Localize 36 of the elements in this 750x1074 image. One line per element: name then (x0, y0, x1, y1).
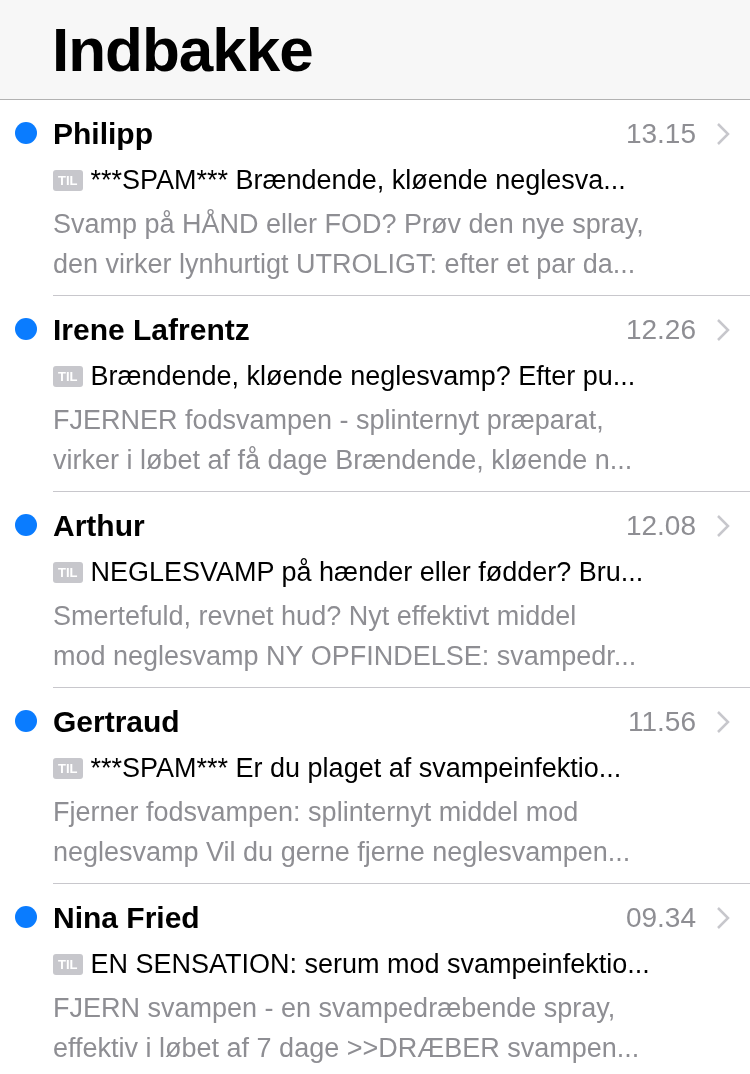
sender-name: Nina Fried (53, 903, 200, 933)
sender-name: Irene Lafrentz (53, 315, 250, 345)
subject-text: ***SPAM*** Brændende, kløende neglesva... (90, 166, 626, 194)
subject-text: EN SENSATION: serum mod svampeinfektio... (90, 950, 650, 978)
time-label: 09.34 (625, 904, 696, 932)
chevron-icon (716, 906, 730, 930)
subject-text: Brændende, kløende neglesvamp? Efter pu... (90, 362, 636, 390)
message-row[interactable]: Irene Lafrentz 12.26 TIL Brændende, kløende neglesvamp? Efter pu... FJERNER fodsvampen - splinternyt præparat, virker i løbet af få dage Brændende, kløende n... (0, 296, 750, 492)
preview-text: Smertefuld, revnet hud? Nyt effektivt middel mod neglesvamp NY OPFINDELSE: svampedr... (53, 600, 638, 673)
sender-name: Arthur (53, 511, 145, 541)
preview-text: FJERNER fodsvampen - splinternyt præparat, virker i løbet af få dage Brændende, kløende n... (53, 404, 634, 477)
preview-text: Fjerner fodsvampen: splinternyt middel mod neglesvamp Vil du gerne fjerne neglesvampen... (53, 796, 632, 869)
preview-text: FJERN svampen - en svampedræbende spray, effektiv i løbet af 7 dage >>DRÆBER svampen... (53, 992, 641, 1065)
tag-label: TIL (53, 561, 83, 583)
time-label: 12.26 (625, 316, 696, 344)
tag-label: TIL (53, 169, 83, 191)
time-label: 11.56 (628, 708, 696, 736)
sender-name: Gertraud (53, 707, 180, 737)
tag-label: TIL (53, 757, 83, 779)
time-label: 12.08 (625, 512, 696, 540)
chevron-icon (716, 122, 730, 146)
chevron-icon (716, 514, 730, 538)
message-row[interactable]: Gertraud 11.56 TIL ***SPAM*** Er du plaget af svampeinfektio... Fjerner fodsvampen: splinternyt middel mod neglesvamp Vil du gerne fjerne neglesvampen... (0, 688, 750, 884)
chevron-icon (716, 710, 730, 734)
message-row[interactable]: Nina Fried 09.34 TIL EN SENSATION: serum mod svampeinfektio... FJERN svampen - en svampedræbende spray, effektiv i løbet af 7 dage >>DRÆBER svampen... (0, 884, 750, 1074)
sender-name: Philipp (53, 119, 153, 149)
preview-text: Svamp på HÅND eller FOD? Prøv den nye spray, den virker lynhurtigt UTROLIGT: efter et par da... (53, 208, 645, 281)
subject-text: ***SPAM*** Er du plaget af svampeinfektio... (90, 754, 622, 782)
message-row[interactable]: Philipp 13.15 TIL ***SPAM*** Brændende, kløende neglesva... Svamp på HÅND eller FOD? Prøv den nye spray, den virker lynhurtigt UTROLIGT: efter et par da... (0, 100, 750, 296)
tag-label: TIL (53, 953, 83, 975)
subject-text: NEGLESVAMP på hænder eller fødder? Bru... (90, 558, 644, 586)
tag-label: TIL (53, 365, 83, 387)
chevron-icon (716, 318, 730, 342)
time-label: 13.15 (625, 120, 696, 148)
page-title: Indbakke (52, 18, 313, 81)
message-row[interactable]: Arthur 12.08 TIL NEGLESVAMP på hænder eller fødder? Bru... Smertefuld, revnet hud? Nyt effektivt middel mod neglesvamp NY OPFINDELSE: svampedr... (0, 492, 750, 688)
